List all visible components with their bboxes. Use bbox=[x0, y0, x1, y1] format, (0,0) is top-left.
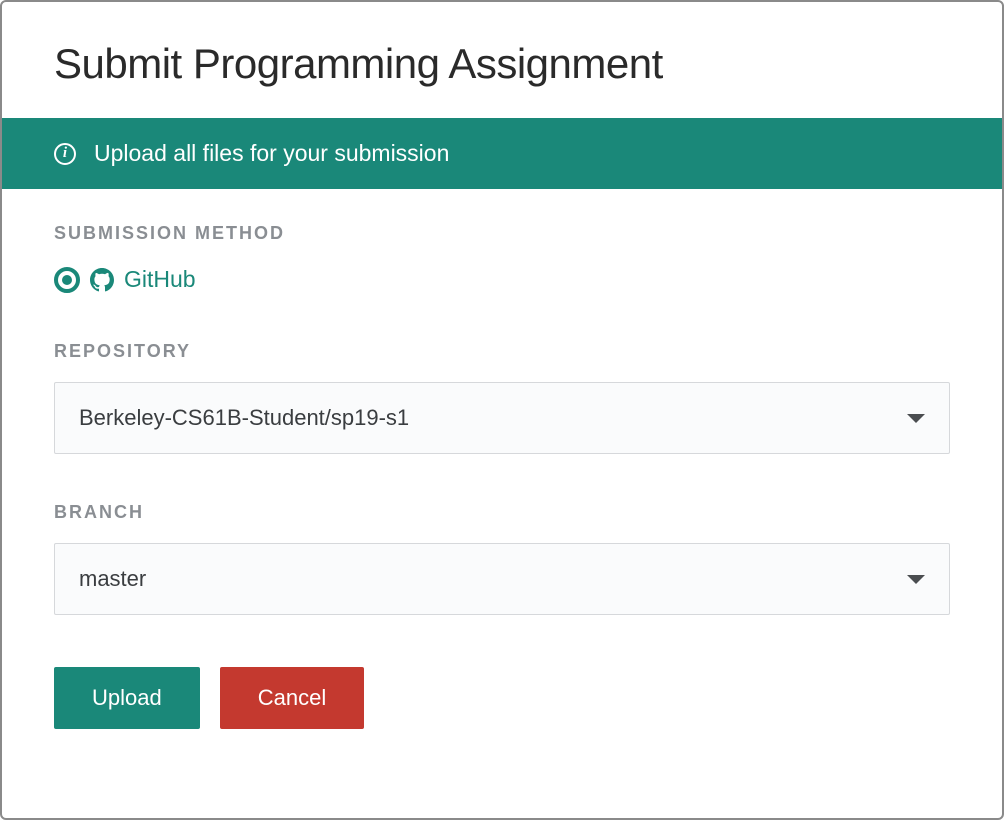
button-row: Upload Cancel bbox=[54, 667, 950, 729]
repository-section: REPOSITORY Berkeley-CS61B-Student/sp19-s… bbox=[54, 341, 950, 454]
submission-method-option[interactable]: GitHub bbox=[54, 266, 950, 293]
submission-method-label: SUBMISSION METHOD bbox=[54, 223, 950, 244]
repository-value: Berkeley-CS61B-Student/sp19-s1 bbox=[79, 405, 409, 431]
repository-select[interactable]: Berkeley-CS61B-Student/sp19-s1 bbox=[54, 382, 950, 454]
dialog-header: Submit Programming Assignment bbox=[2, 2, 1002, 118]
radio-selected-icon[interactable] bbox=[54, 267, 80, 293]
branch-section: BRANCH master bbox=[54, 502, 950, 615]
github-icon bbox=[90, 268, 114, 292]
branch-label: BRANCH bbox=[54, 502, 950, 523]
info-banner: i Upload all files for your submission bbox=[2, 118, 1002, 189]
branch-value: master bbox=[79, 566, 146, 592]
info-icon: i bbox=[54, 143, 76, 165]
chevron-down-icon bbox=[907, 575, 925, 584]
banner-text: Upload all files for your submission bbox=[94, 140, 449, 167]
repository-label: REPOSITORY bbox=[54, 341, 950, 362]
branch-select[interactable]: master bbox=[54, 543, 950, 615]
dialog-title: Submit Programming Assignment bbox=[54, 40, 950, 88]
upload-button[interactable]: Upload bbox=[54, 667, 200, 729]
chevron-down-icon bbox=[907, 414, 925, 423]
cancel-button[interactable]: Cancel bbox=[220, 667, 364, 729]
dialog-content: SUBMISSION METHOD GitHub REPOSITORY Berk… bbox=[2, 189, 1002, 763]
github-option-label[interactable]: GitHub bbox=[124, 266, 196, 293]
submission-method-section: SUBMISSION METHOD GitHub bbox=[54, 223, 950, 293]
